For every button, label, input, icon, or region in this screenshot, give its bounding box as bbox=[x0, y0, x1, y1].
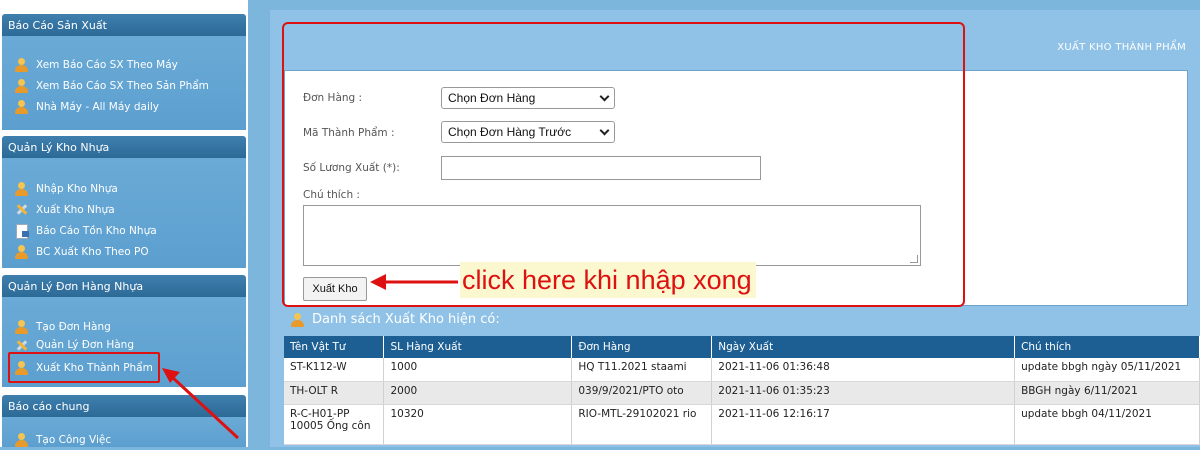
sidebar-section-header: Quản Lý Đơn Hàng Nhựa bbox=[2, 275, 246, 297]
cell-order: HQ T11.2021 staami bbox=[571, 358, 713, 382]
cell-material-name: TH-OLT R bbox=[284, 381, 385, 405]
sidebar-item-label: Xem Báo Cáo SX Theo Sản Phẩm bbox=[36, 79, 209, 92]
user-icon bbox=[14, 181, 29, 196]
document-icon bbox=[14, 223, 29, 239]
list-title: Danh sách Xuất Kho hiện có: bbox=[312, 312, 500, 327]
order-label: Đơn Hàng : bbox=[303, 92, 363, 104]
sidebar-item-label: Xuất Kho Nhựa bbox=[36, 203, 115, 216]
sidebar-item-label: Tạo Đơn Hàng bbox=[36, 320, 111, 333]
user-icon bbox=[14, 57, 29, 72]
sidebar-item-nhap-kho-nhua[interactable]: Nhập Kho Nhựa bbox=[2, 178, 246, 199]
order-select[interactable]: Chọn Đơn Hàng bbox=[441, 87, 615, 109]
table-row[interactable]: R-C-H01-PP 10005 Ống côn 10320 RIO-MTL-2… bbox=[284, 404, 1200, 445]
product-code-select[interactable]: Chọn Đơn Hàng Trước bbox=[441, 121, 615, 143]
cell-export-date: 2021-11-06 12:16:17 bbox=[711, 404, 1016, 445]
sidebar-item-label: BC Xuất Kho Theo PO bbox=[36, 245, 149, 258]
sidebar-item-label: Báo Cáo Tồn Kho Nhựa bbox=[36, 224, 157, 237]
column-header[interactable]: Tên Vật Tư bbox=[284, 336, 385, 358]
user-icon bbox=[290, 312, 305, 327]
sidebar-section-body: Nhập Kho Nhựa Xuất Kho Nhựa Báo Cáo Tồn … bbox=[2, 158, 246, 268]
sidebar-item-label: Xem Báo Cáo SX Theo Máy bbox=[36, 58, 178, 71]
sidebar-section-header: Báo cáo chung bbox=[2, 395, 246, 417]
cell-export-date: 2021-11-06 01:35:23 bbox=[711, 381, 1016, 405]
table-row[interactable]: TH-OLT R 2000 039/9/2021/PTO oto 2021-11… bbox=[284, 381, 1200, 405]
quantity-input[interactable] bbox=[441, 156, 761, 180]
cell-quantity: 10320 bbox=[383, 404, 573, 445]
user-icon bbox=[14, 244, 29, 259]
user-icon bbox=[14, 78, 29, 93]
cell-note: update bbgh ngày 05/11/2021 bbox=[1014, 358, 1200, 382]
sidebar-item-label: Nhập Kho Nhựa bbox=[36, 182, 118, 195]
sidebar-item-quan-ly-don-hang[interactable]: Quản Lý Đơn Hàng bbox=[2, 337, 246, 353]
column-header[interactable]: Đơn Hàng bbox=[571, 336, 713, 358]
sidebar-section-body: Tạo Đơn Hàng Quản Lý Đơn Hàng Xuất Kho T… bbox=[2, 297, 246, 387]
sidebar-item-bao-cao-sx-theo-may[interactable]: Xem Báo Cáo SX Theo Máy bbox=[2, 54, 246, 75]
sidebar-section-body: Tạo Công Việc bbox=[2, 417, 246, 447]
sidebar: Báo Cáo Sản Xuất Xem Báo Cáo SX Theo Máy… bbox=[0, 0, 248, 447]
sidebar-item-xuat-kho-thanh-pham[interactable]: Xuất Kho Thành Phẩm bbox=[2, 357, 246, 378]
sidebar-item-tao-don-hang[interactable]: Tạo Đơn Hàng bbox=[2, 316, 246, 337]
sidebar-section-header: Quản Lý Kho Nhựa bbox=[2, 136, 246, 158]
sidebar-item-xuat-kho-nhua[interactable]: Xuất Kho Nhựa bbox=[2, 199, 246, 220]
sidebar-item-bao-cao-sx-theo-san-pham[interactable]: Xem Báo Cáo SX Theo Sản Phẩm bbox=[2, 75, 246, 96]
resize-handle[interactable] bbox=[910, 255, 918, 263]
export-table: Tên Vật Tư SL Hàng Xuất Đơn Hàng Ngày Xu… bbox=[284, 336, 1200, 445]
table-header-row: Tên Vật Tư SL Hàng Xuất Đơn Hàng Ngày Xu… bbox=[284, 336, 1200, 358]
chevron-down-icon bbox=[599, 125, 610, 135]
chevron-down-icon bbox=[599, 91, 610, 101]
note-label: Chú thích : bbox=[303, 189, 360, 201]
cell-export-date: 2021-11-06 01:36:48 bbox=[711, 358, 1016, 382]
sidebar-section-header: Báo Cáo Sản Xuất bbox=[2, 14, 246, 36]
cell-quantity: 2000 bbox=[383, 381, 573, 405]
sidebar-item-bc-xuat-kho-theo-po[interactable]: BC Xuất Kho Theo PO bbox=[2, 241, 246, 262]
cell-quantity: 1000 bbox=[383, 358, 573, 382]
product-code-label: Mã Thành Phẩm : bbox=[303, 127, 395, 139]
cell-order: 039/9/2021/PTO oto bbox=[571, 381, 713, 405]
tools-icon bbox=[14, 202, 29, 217]
product-code-select-value: Chọn Đơn Hàng Trước bbox=[448, 125, 572, 139]
sidebar-item-bao-cao-ton-kho-nhua[interactable]: Báo Cáo Tồn Kho Nhựa bbox=[2, 220, 246, 241]
sidebar-item-label: Quản Lý Đơn Hàng bbox=[36, 339, 134, 351]
column-header[interactable]: Ngày Xuất bbox=[711, 336, 1016, 358]
sidebar-item-label: Nhà Máy - All Máy daily bbox=[36, 100, 160, 113]
column-header[interactable]: Chú thích bbox=[1014, 336, 1200, 358]
cell-material-name: ST-K112-W bbox=[284, 358, 385, 382]
cell-material-name: R-C-H01-PP 10005 Ống côn bbox=[284, 404, 385, 445]
user-icon bbox=[14, 319, 29, 334]
sidebar-item-nha-may-daily[interactable]: Nhà Máy - All Máy daily bbox=[2, 96, 246, 117]
instruction-callout: click here khi nhập xong bbox=[460, 262, 756, 298]
sidebar-item-label: Xuất Kho Thành Phẩm bbox=[36, 361, 153, 374]
user-icon bbox=[14, 99, 29, 114]
cell-note: BBGH ngày 6/11/2021 bbox=[1014, 381, 1200, 405]
list-heading: Danh sách Xuất Kho hiện có: bbox=[290, 312, 500, 327]
cell-order: RIO-MTL-29102021 rio bbox=[571, 404, 713, 445]
note-textarea[interactable] bbox=[303, 205, 921, 266]
table-row[interactable]: ST-K112-W 1000 HQ T11.2021 staami 2021-1… bbox=[284, 358, 1200, 382]
user-icon bbox=[14, 432, 29, 447]
submit-export-button[interactable]: Xuất Kho bbox=[303, 277, 367, 301]
user-icon bbox=[14, 360, 29, 375]
page-title: XUẤT KHO THÀNH PHẨM bbox=[1057, 42, 1186, 53]
column-header[interactable]: SL Hàng Xuất bbox=[383, 336, 573, 358]
sidebar-item-label: Tạo Công Việc bbox=[36, 433, 112, 446]
cell-note: update bbgh 04/11/2021 bbox=[1014, 404, 1200, 445]
tools-icon bbox=[14, 338, 29, 353]
sidebar-section-body: Xem Báo Cáo SX Theo Máy Xem Báo Cáo SX T… bbox=[2, 36, 246, 130]
order-select-value: Chọn Đơn Hàng bbox=[448, 91, 536, 105]
quantity-label: Số Lương Xuất (*): bbox=[303, 162, 400, 174]
